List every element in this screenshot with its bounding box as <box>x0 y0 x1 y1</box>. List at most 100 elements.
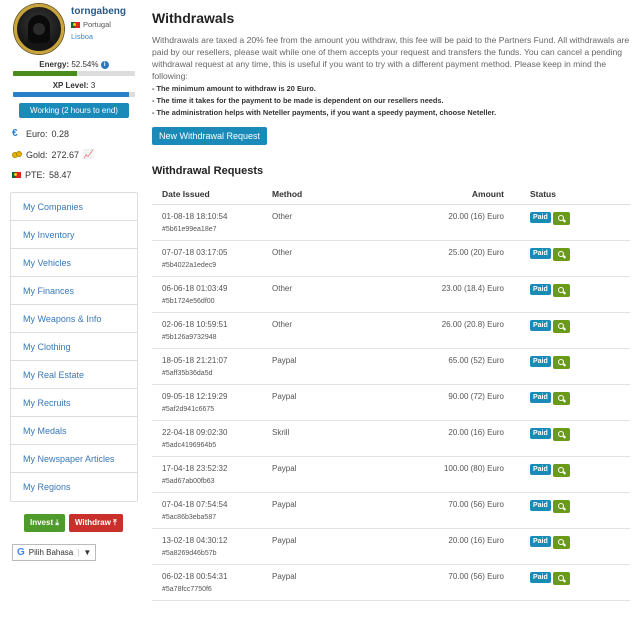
table-row: 02-06-18 10:59:51 #5b126a9732948 Other 26.0… <box>152 312 630 349</box>
date-cell: 07-04-18 07:54:54 #5ac86b3eba587 <box>152 492 272 529</box>
sidebar-menu: My Companies My Inventory My Vehicles My… <box>10 192 138 502</box>
amount-cell: 65.00 (52) Euro <box>372 348 514 385</box>
method-cell: Paypal <box>272 348 372 385</box>
energy-title: Energy: <box>39 60 70 69</box>
transaction-id: #5ad67ab00fb63 <box>162 478 215 485</box>
transaction-id: #5b61e99ea18e7 <box>162 226 217 233</box>
sidebar-item-regions[interactable]: My Regions <box>11 473 137 501</box>
sidebar-item-clothing[interactable]: My Clothing <box>11 333 137 361</box>
date-issued: 07-04-18 07:54:54 <box>162 500 228 509</box>
table-row: 07-04-18 07:54:54 #5ac86b3eba587 Paypal 70.… <box>152 492 630 529</box>
date-issued: 22-04-18 09:02:30 <box>162 428 228 437</box>
invest-button[interactable]: Invest ⤓ <box>24 514 65 532</box>
date-issued: 17-04-18 23:52:32 <box>162 464 228 473</box>
avatar[interactable] <box>14 4 64 54</box>
status-badge: Paid <box>530 500 551 511</box>
energy-bar <box>13 71 135 76</box>
energy-label: Energy: 52.54% i <box>10 60 138 69</box>
date-issued: 02-06-18 10:59:51 <box>162 320 228 329</box>
table-row: 06-06-18 01:03:49 #5b1724e56df00 Other 23.0… <box>152 276 630 313</box>
sidebar-item-real-estate[interactable]: My Real Estate <box>11 361 137 389</box>
method-cell: Paypal <box>272 528 372 565</box>
sidebar-item-companies[interactable]: My Companies <box>11 193 137 221</box>
table-row: 09-05-18 12:19:29 #5af2d941c6675 Paypal 90.… <box>152 384 630 421</box>
col-status: Status <box>514 185 630 205</box>
energy-value: 52.54% <box>71 60 99 69</box>
zoom-icon[interactable] <box>552 212 570 225</box>
profile-card: torngabeng Portugal Lisboa <box>10 4 138 56</box>
city-link[interactable]: Lisboa <box>71 32 93 41</box>
transaction-id: #5adc4196964b5 <box>162 442 217 449</box>
zoom-icon[interactable] <box>552 464 570 477</box>
zoom-icon[interactable] <box>552 500 570 513</box>
pte-balance: PTE: 58.47 <box>12 170 138 180</box>
status-badge: Paid <box>530 356 551 367</box>
date-cell: 17-04-18 23:52:32 #5ad67ab00fb63 <box>152 456 272 493</box>
status-cell: Paid <box>514 204 630 241</box>
transaction-id: #5b126a9732948 <box>162 334 217 341</box>
amount-cell: 70.00 (56) Euro <box>372 564 514 601</box>
username[interactable]: torngabeng <box>71 6 126 17</box>
status-cell: Paid <box>514 456 630 493</box>
date-cell: 13-02-18 04:30:12 #5a8269d46b57b <box>152 528 272 565</box>
country: Portugal <box>71 20 111 29</box>
zoom-icon[interactable] <box>552 248 570 261</box>
date-issued: 18-05-18 21:21:07 <box>162 356 228 365</box>
language-label: Pilih Bahasa <box>28 548 74 557</box>
status-cell: Paid <box>514 420 630 457</box>
energy-bar-fill <box>13 71 78 76</box>
intro-text: Withdrawals are taxed a 20% fee from the… <box>152 35 630 81</box>
date-cell: 06-06-18 01:03:49 #5b1724e56df00 <box>152 276 272 313</box>
sidebar-item-inventory[interactable]: My Inventory <box>11 221 137 249</box>
col-amount: Amount <box>372 185 514 205</box>
status-cell: Paid <box>514 384 630 421</box>
withdraw-button[interactable]: Withdraw ⤒ <box>68 514 123 532</box>
transaction-id: #5b4022a1edec9 <box>162 262 217 269</box>
amount-cell: 70.00 (56) Euro <box>372 492 514 529</box>
download-icon: ⤓ <box>55 518 59 527</box>
transaction-id: #5b1724e56df00 <box>162 298 215 305</box>
transaction-id: #5af2d941c6675 <box>162 406 215 413</box>
sidebar-item-medals[interactable]: My Medals <box>11 417 137 445</box>
xp-value: 3 <box>90 81 96 90</box>
gold-label: Gold: <box>26 149 48 160</box>
zoom-icon[interactable] <box>552 536 570 549</box>
zoom-icon[interactable] <box>552 572 570 585</box>
status-cell: Paid <box>514 564 630 601</box>
status-badge: Paid <box>530 392 551 403</box>
chart-icon[interactable]: 📈 <box>83 149 94 160</box>
google-icon: G <box>17 547 25 558</box>
zoom-icon[interactable] <box>552 320 570 333</box>
requests-title: Withdrawal Requests <box>152 165 264 177</box>
sidebar-item-vehicles[interactable]: My Vehicles <box>11 249 137 277</box>
zoom-icon[interactable] <box>552 284 570 297</box>
finance-actions: Invest ⤓ Withdraw ⤒ <box>24 514 138 532</box>
table-row: 18-05-18 21:21:07 #5aff35b36da5d Paypal 65.… <box>152 348 630 385</box>
amount-cell: 23.00 (18.4) Euro <box>372 276 514 313</box>
sidebar-item-recruits[interactable]: My Recruits <box>11 389 137 417</box>
status-badge: Paid <box>530 248 551 259</box>
zoom-icon[interactable] <box>552 356 570 369</box>
sidebar-item-finances[interactable]: My Finances <box>11 277 137 305</box>
info-icon[interactable]: i <box>100 60 109 69</box>
method-cell: Paypal <box>272 492 372 529</box>
status-badge: Paid <box>530 464 551 475</box>
date-issued: 01-08-18 18:10:54 <box>162 212 228 221</box>
table-row: 13-02-18 04:30:12 #5a8269d46b57b Paypal 20.… <box>152 528 630 565</box>
amount-cell: 26.00 (20.8) Euro <box>372 312 514 349</box>
status-badge: Paid <box>530 212 551 223</box>
method-cell: Paypal <box>272 456 372 493</box>
euro-label: Euro: <box>26 128 48 139</box>
date-issued: 06-02-18 00:54:31 <box>162 572 228 581</box>
new-withdrawal-button[interactable]: New Withdrawal Request <box>152 127 268 145</box>
status-cell: Paid <box>514 528 630 565</box>
language-select[interactable]: G Pilih Bahasa | ▼ <box>12 544 97 561</box>
sidebar-item-weapons[interactable]: My Weapons & Info <box>11 305 137 333</box>
sidebar-item-newspaper[interactable]: My Newspaper Articles <box>11 445 137 473</box>
zoom-icon[interactable] <box>552 428 570 441</box>
working-status-button[interactable]: Working (2 hours to end) <box>19 103 129 118</box>
zoom-icon[interactable] <box>552 392 570 405</box>
date-issued: 13-02-18 04:30:12 <box>162 536 228 545</box>
divider: | <box>77 548 80 557</box>
date-cell: 07-07-18 03:17:05 #5b4022a1edec9 <box>152 240 272 277</box>
